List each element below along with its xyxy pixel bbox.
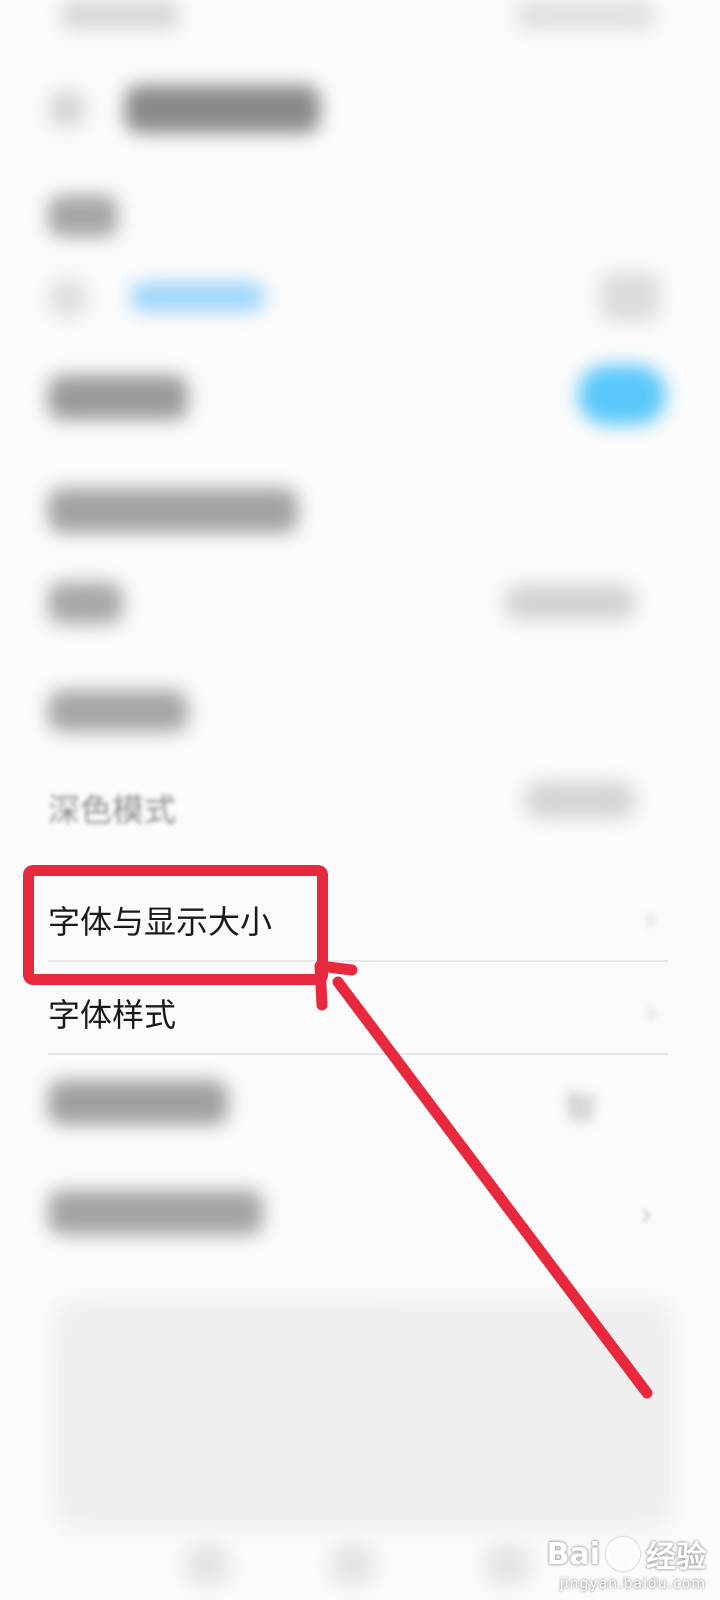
- paw-logo-icon: [606, 1537, 640, 1571]
- baidu-watermark: Bai 经验 jingyan.baidu.com: [546, 1532, 706, 1593]
- watermark-brand: Bai: [546, 1536, 600, 1572]
- arrow-annotation-icon: [314, 960, 653, 1399]
- watermark-url: jingyan.baidu.com: [559, 1576, 706, 1592]
- watermark-brand-cn: 经验: [646, 1540, 706, 1575]
